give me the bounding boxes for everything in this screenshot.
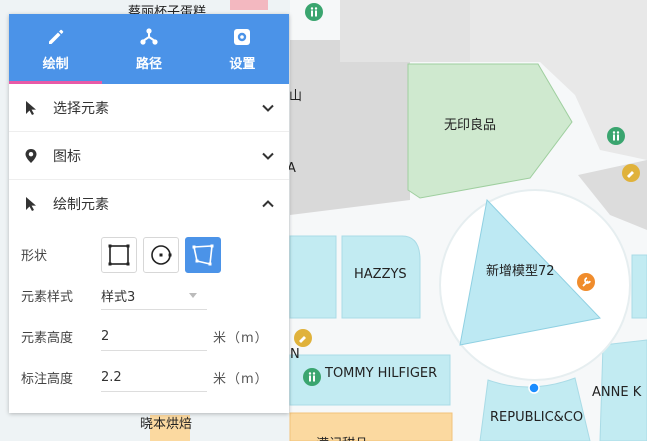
tab-settings[interactable]: 设置: [196, 14, 289, 84]
shape-label: 形状: [21, 249, 48, 264]
chevron-up-icon: [262, 200, 274, 208]
map-label-new-model: 新增模型72: [486, 264, 555, 279]
draw-element-form: 形状 元素样式 样式3 元素高度 2 米（m） 标注高度 2.2 米（m）: [9, 228, 289, 398]
route-icon: [140, 27, 158, 45]
section-marker[interactable]: 图标: [9, 132, 289, 180]
shop-block: [289, 235, 337, 319]
pencil-icon: [48, 29, 63, 44]
tab-settings-label: 设置: [229, 56, 256, 72]
current-location-dot: [528, 382, 540, 394]
label-height-input[interactable]: [101, 363, 207, 392]
chevron-down-icon: [262, 152, 274, 160]
grey-zone: [290, 40, 410, 215]
tab-route[interactable]: 路径: [102, 14, 195, 84]
restroom-icon[interactable]: [607, 127, 625, 145]
rectangle-shape-icon: [108, 244, 130, 265]
element-height-input[interactable]: [101, 322, 207, 351]
map-label-republic: REPUBLIC&CO: [490, 410, 584, 425]
cursor-icon: [26, 100, 36, 115]
service-icon[interactable]: [622, 164, 640, 182]
style-row: 元素样式 样式3: [21, 275, 277, 316]
circle-shape-icon: [151, 244, 172, 265]
map-label-muji: 无印良品: [444, 118, 497, 133]
gear-icon: [234, 28, 251, 45]
map-label-hazzys: HAZZYS: [354, 267, 407, 282]
label-height-row: 标注高度 米（m）: [21, 357, 277, 398]
shape-row: 形状: [21, 234, 277, 275]
map-label-shan: 山: [289, 89, 303, 104]
height-row: 元素高度 米（m）: [21, 316, 277, 357]
shop-block: [230, 0, 268, 10]
section-draw-element[interactable]: 绘制元素: [9, 180, 289, 228]
shape-polygon-button[interactable]: [185, 236, 221, 273]
height-label: 元素高度: [21, 331, 74, 346]
chevron-down-icon: [262, 104, 274, 112]
label-height-unit: 米（m）: [213, 372, 269, 387]
section-select-element[interactable]: 选择元素: [9, 84, 289, 132]
shop-block: [289, 412, 453, 441]
map-label-n: N: [290, 347, 300, 362]
height-unit: 米（m）: [213, 331, 269, 346]
polygon-shape-icon: [192, 244, 214, 265]
map-label-anne: ANNE K: [592, 385, 642, 400]
cursor-icon: [26, 197, 36, 211]
panel-tabs: 绘制 路径 设置: [9, 14, 289, 84]
style-select-value: 样式3: [101, 289, 136, 305]
location-pin-icon: [25, 148, 37, 163]
section-draw-label: 绘制元素: [53, 197, 109, 213]
active-tab-indicator: [9, 81, 102, 84]
label-height-label: 标注高度: [21, 372, 74, 387]
map-label-bakery: 晓本烘焙: [140, 417, 193, 432]
shape-circle-button[interactable]: [143, 236, 179, 273]
section-marker-label: 图标: [53, 148, 81, 165]
tab-draw[interactable]: 绘制: [9, 14, 102, 84]
restroom-icon[interactable]: [303, 368, 321, 386]
service-icon[interactable]: [294, 329, 312, 347]
shape-rectangle-button[interactable]: [101, 236, 137, 273]
tab-route-label: 路径: [135, 56, 162, 72]
style-label: 元素样式: [21, 290, 74, 305]
shop-block: [631, 254, 647, 319]
style-select[interactable]: 样式3: [101, 282, 207, 310]
wrench-icon[interactable]: [577, 273, 595, 291]
grey-zone: [340, 0, 470, 62]
draw-panel: 绘制 路径 设置 选择元素 图标 绘制元素 形状 元素样式 样式3 元素高度 2…: [9, 14, 289, 413]
shape-buttons: [101, 236, 221, 273]
map-label-bottom-shop: 满记甜品: [316, 433, 368, 441]
tab-draw-label: 绘制: [42, 56, 69, 72]
restroom-icon[interactable]: [305, 3, 323, 21]
map-label-tommy: TOMMY HILFIGER: [325, 366, 438, 381]
caret-down-icon: [189, 292, 197, 298]
section-select-label: 选择元素: [53, 100, 109, 117]
